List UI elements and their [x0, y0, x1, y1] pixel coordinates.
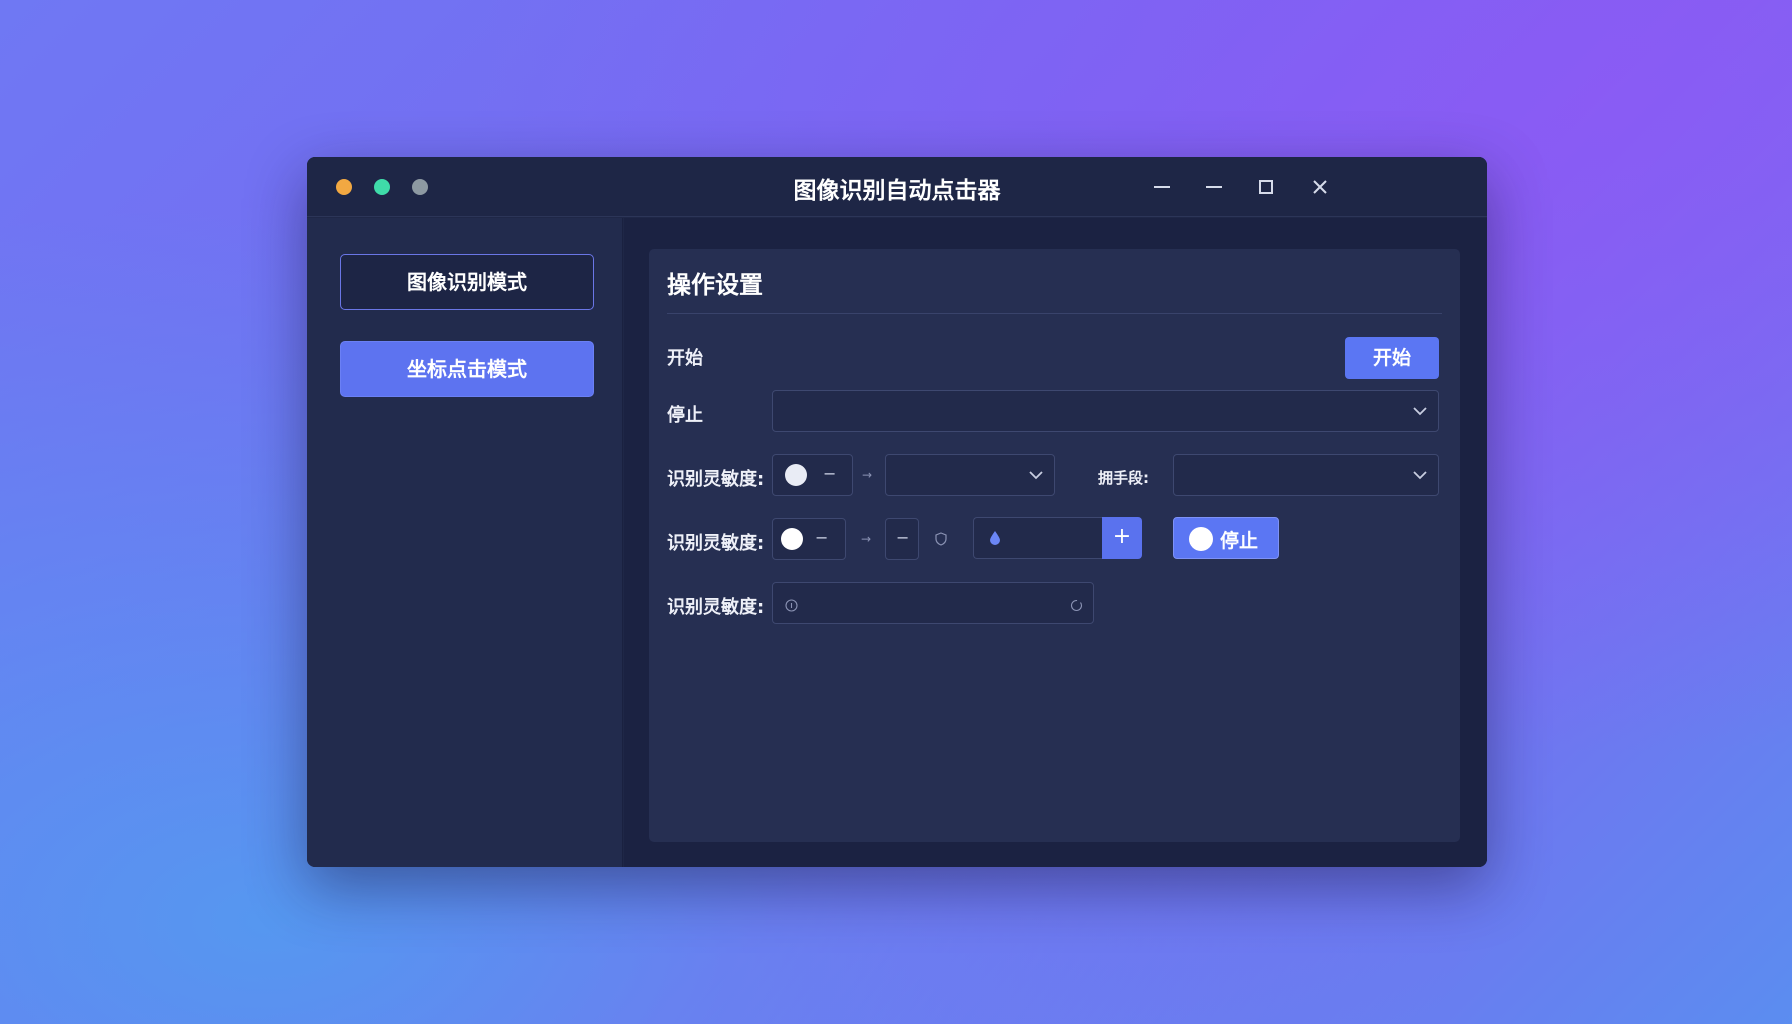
shield-icon — [935, 531, 947, 546]
stop-select[interactable] — [772, 390, 1439, 432]
arrow-right-icon: → — [862, 468, 873, 482]
toggle-knob — [785, 464, 807, 486]
number-input[interactable] — [973, 517, 1103, 559]
minimize-icon[interactable] — [1198, 171, 1230, 203]
sensitivity-label-1: 识别灵敏度: — [667, 469, 765, 490]
minus-button[interactable]: − — [885, 518, 919, 560]
arrow-right-icon: → — [861, 532, 872, 546]
chevron-down-icon — [1028, 467, 1044, 483]
minus-icon: − — [896, 528, 910, 547]
main-area: 操作设置 开始 开始 停止 识别灵敏度: − → 拥手段: 识别灵敏度: − →… — [624, 218, 1487, 867]
side-select[interactable] — [1173, 454, 1439, 496]
maximize-icon[interactable] — [1250, 171, 1282, 203]
stop-toggle-button[interactable]: 停止 — [1173, 517, 1279, 559]
info-icon — [785, 597, 798, 612]
panel-title: 操作设置 — [667, 271, 763, 299]
text-input[interactable] — [772, 582, 1094, 624]
toggle-knob — [781, 528, 803, 550]
sidebar-item-coordinate-click-mode[interactable]: 坐标点击模式 — [340, 341, 594, 397]
side-label: 拥手段: — [1098, 469, 1149, 487]
refresh-icon[interactable] — [1070, 597, 1083, 612]
sensitivity-label-2: 识别灵敏度: — [667, 533, 765, 554]
chevron-down-icon — [1412, 467, 1428, 483]
toggle-1[interactable]: − — [772, 454, 853, 496]
close-icon[interactable] — [1304, 171, 1336, 203]
toggle-2[interactable]: − — [772, 518, 846, 560]
sensitivity-label-3: 识别灵敏度: — [667, 597, 765, 618]
stop-label: 停止 — [667, 405, 703, 426]
minimize-icon[interactable] — [1146, 171, 1178, 203]
drop-icon — [988, 530, 1002, 546]
app-window: 图像识别自动点击器 图像识别模式 坐标点击模式 操作设置 开始 开始 停止 识别… — [307, 157, 1487, 867]
plus-button[interactable]: + — [1102, 517, 1142, 559]
settings-panel: 操作设置 开始 开始 停止 识别灵敏度: − → 拥手段: 识别灵敏度: − →… — [649, 249, 1460, 842]
title-bar: 图像识别自动点击器 — [307, 157, 1487, 217]
stop-toggle-label: 停止 — [1220, 530, 1259, 552]
sidebar-item-image-recognition-mode[interactable]: 图像识别模式 — [340, 254, 594, 310]
sensitivity-select-1[interactable] — [885, 454, 1055, 496]
minus-icon: − — [815, 528, 829, 547]
chevron-down-icon — [1412, 403, 1428, 419]
start-label: 开始 — [667, 348, 703, 369]
toggle-knob — [1189, 527, 1213, 551]
start-button[interactable]: 开始 — [1345, 337, 1439, 379]
sidebar: 图像识别模式 坐标点击模式 — [307, 218, 623, 867]
minus-icon: − — [823, 464, 837, 483]
divider — [667, 313, 1442, 314]
